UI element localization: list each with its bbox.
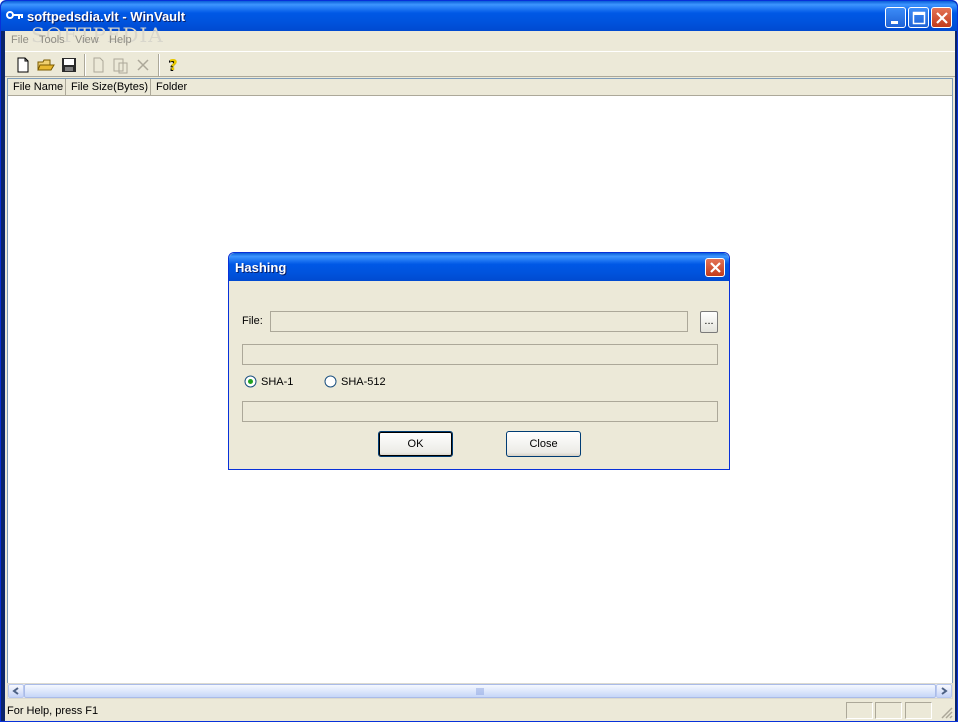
scroll-right-button[interactable]	[936, 684, 952, 698]
new-file-icon	[17, 57, 29, 73]
help-button[interactable]: ? ?	[163, 55, 183, 75]
save-disk-icon	[62, 58, 76, 72]
help-icon: ? ?	[168, 56, 178, 75]
dialog-close-button[interactable]	[705, 258, 725, 277]
horizontal-scrollbar[interactable]	[7, 683, 953, 699]
file-path-field[interactable]	[270, 311, 688, 332]
window-title: softpedsdia.vlt - WinVault	[27, 9, 186, 24]
list-header: File Name File Size(Bytes) Folder	[8, 79, 952, 96]
grip-icon	[476, 688, 484, 695]
toolbar: ? ?	[5, 51, 955, 77]
status-text: For Help, press F1	[7, 705, 99, 717]
column-folder[interactable]: Folder	[151, 79, 952, 96]
browse-button[interactable]: ...	[700, 311, 718, 333]
status-pane	[875, 702, 902, 719]
paste-icon	[113, 58, 128, 74]
column-file-size[interactable]: File Size(Bytes)	[66, 79, 151, 96]
svg-text:?: ?	[169, 56, 178, 74]
status-bar: For Help, press F1	[5, 700, 955, 721]
dialog-title-bar[interactable]: Hashing	[229, 253, 729, 281]
delete-icon	[137, 59, 149, 71]
save-button[interactable]	[59, 55, 79, 75]
title-bar[interactable]: softpedsdia.vlt - WinVault	[1, 1, 957, 31]
toolbar-separator	[158, 54, 160, 76]
menu-view[interactable]: View	[75, 34, 99, 46]
menu-bar: SOFTPEDIA File Tools View Help	[5, 23, 955, 50]
hashing-dialog: Hashing File: ... SHA-1 SHA-512 OK Close	[228, 252, 730, 470]
sha512-label[interactable]: SHA-512	[341, 376, 386, 388]
status-pane	[846, 702, 873, 719]
paste-button[interactable]	[111, 55, 131, 75]
delete-button[interactable]	[133, 55, 153, 75]
maximize-icon	[912, 11, 926, 25]
hash-result-field	[242, 401, 718, 422]
dialog-body: File: ... SHA-1 SHA-512 OK Close	[232, 281, 726, 467]
file-label: File:	[242, 315, 263, 327]
open-button[interactable]	[36, 55, 56, 75]
key-icon	[6, 11, 23, 19]
close-button[interactable]: Close	[506, 431, 581, 457]
column-file-name[interactable]: File Name	[8, 79, 66, 96]
copy-icon	[93, 57, 104, 73]
menu-tools[interactable]: Tools	[39, 34, 65, 46]
new-button[interactable]	[13, 55, 33, 75]
close-icon	[710, 262, 721, 273]
sha512-radio[interactable]	[324, 375, 337, 388]
toolbar-separator	[84, 54, 86, 76]
close-icon	[936, 12, 948, 24]
close-window-button[interactable]	[931, 7, 952, 28]
chevron-left-icon	[12, 687, 19, 695]
sha1-radio[interactable]	[244, 375, 257, 388]
open-folder-icon	[37, 59, 55, 71]
status-pane	[905, 702, 932, 719]
minimize-icon	[891, 21, 898, 24]
chevron-right-icon	[941, 687, 948, 695]
menu-file[interactable]: File	[11, 34, 29, 46]
minimize-button[interactable]	[885, 7, 906, 28]
ok-button[interactable]: OK	[378, 431, 453, 457]
scroll-left-button[interactable]	[8, 684, 24, 698]
dialog-title: Hashing	[235, 260, 287, 275]
menu-help[interactable]: Help	[109, 34, 132, 46]
sha1-label[interactable]: SHA-1	[261, 376, 293, 388]
resize-grip-icon[interactable]	[940, 706, 953, 719]
maximize-button[interactable]	[908, 7, 929, 28]
progress-field	[242, 344, 718, 365]
copy-button[interactable]	[89, 55, 109, 75]
scroll-thumb[interactable]	[24, 684, 936, 698]
